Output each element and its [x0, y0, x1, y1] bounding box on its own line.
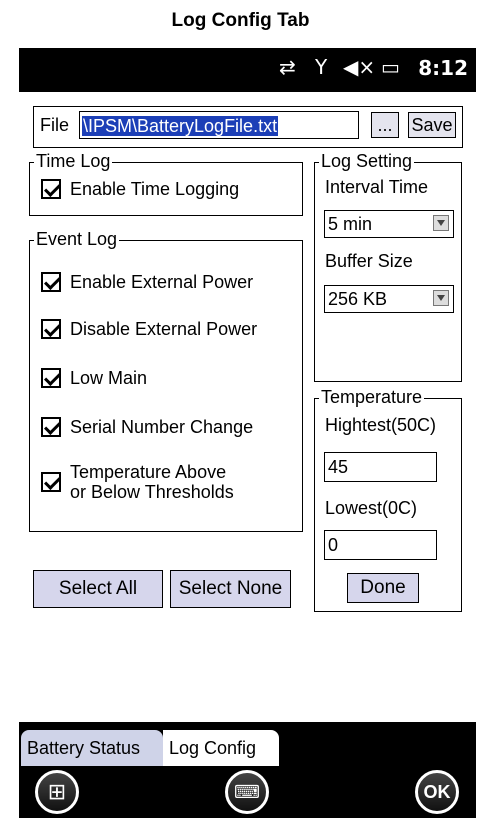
- buffer-size-label: Buffer Size: [325, 251, 413, 271]
- temperature-thresholds-label-line1: Temperature Above: [70, 462, 227, 482]
- dropdown-arrow-icon: [433, 290, 449, 306]
- soft-key-bar: ⊞ ⌨ OK: [19, 766, 476, 818]
- file-path-input[interactable]: \IPSM\BatteryLogFile.txt: [79, 111, 359, 139]
- event-item-serial-number-change[interactable]: Serial Number Change: [41, 417, 253, 437]
- windows-logo-icon: ⊞: [47, 779, 67, 804]
- lowest-temp-input[interactable]: 0: [324, 530, 437, 560]
- serial-number-change-checkbox[interactable]: [41, 417, 61, 437]
- browse-button[interactable]: ...: [371, 112, 399, 138]
- signal-antenna-icon: Y: [315, 55, 328, 79]
- file-path-text: \IPSM\BatteryLogFile.txt: [82, 116, 279, 136]
- figure-caption: Log Config Tab: [171, 10, 310, 31]
- keyboard-button[interactable]: ⌨: [225, 770, 269, 814]
- file-frame: File \IPSM\BatteryLogFile.txt ... Save: [33, 106, 463, 148]
- battery-charging-icon: ▭: [381, 55, 400, 79]
- dropdown-arrow-icon: [433, 215, 449, 231]
- speaker-muted-icon: ◀×: [343, 55, 376, 79]
- temperature-thresholds-checkbox[interactable]: [41, 472, 61, 492]
- time-log-group: Time Log Enable Time Logging: [29, 151, 303, 216]
- interval-time-value: 5 min: [328, 214, 373, 234]
- event-log-group: Event Log Enable External Power Disable …: [29, 229, 303, 532]
- done-button[interactable]: Done: [347, 573, 419, 603]
- select-none-button[interactable]: Select None: [170, 570, 291, 608]
- app-window: File \IPSM\BatteryLogFile.txt ... Save T…: [19, 92, 476, 766]
- temperature-thresholds-label-line2: or Below Thresholds: [70, 482, 234, 502]
- tab-log-config[interactable]: Log Config: [163, 730, 279, 766]
- device-screen: ⇄ Y ◀× ▭ 8:12 File \IPSM\BatteryLogFile.…: [19, 48, 476, 818]
- interval-time-label: Interval Time: [325, 177, 429, 197]
- event-item-disable-external-power[interactable]: Disable External Power: [41, 319, 257, 339]
- event-log-title: Event Log: [34, 229, 120, 250]
- save-button[interactable]: Save: [408, 112, 456, 138]
- highest-temp-input[interactable]: 45: [324, 452, 437, 482]
- log-setting-group: Log Setting Interval Time 5 min Buffer S…: [314, 151, 462, 382]
- temperature-thresholds-label: Temperature Above or Below Thresholds: [70, 462, 234, 502]
- buffer-size-value: 256 KB: [328, 289, 388, 309]
- enable-external-power-checkbox[interactable]: [41, 272, 61, 292]
- ok-button[interactable]: OK: [415, 770, 459, 814]
- buffer-size-select[interactable]: 256 KB: [324, 285, 454, 313]
- lowest-temp-label: Lowest(0C): [325, 498, 418, 518]
- enable-time-logging-row[interactable]: Enable Time Logging: [41, 179, 239, 199]
- enable-external-power-label: Enable External Power: [70, 272, 254, 292]
- file-label: File: [40, 115, 70, 135]
- temperature-group: Temperature Hightest(50C) 45 Lowest(0C) …: [314, 387, 462, 612]
- status-time: 8:12: [418, 56, 468, 80]
- time-log-title: Time Log: [34, 151, 113, 172]
- disable-external-power-label: Disable External Power: [70, 319, 258, 339]
- data-connection-icon: ⇄: [279, 55, 296, 79]
- low-main-label: Low Main: [70, 368, 148, 388]
- enable-time-logging-checkbox[interactable]: [41, 179, 61, 199]
- serial-number-change-label: Serial Number Change: [70, 417, 254, 437]
- windows-start-button[interactable]: ⊞: [35, 770, 79, 814]
- select-all-button[interactable]: Select All: [33, 570, 163, 608]
- event-item-temperature-thresholds[interactable]: Temperature Above or Below Thresholds: [41, 462, 234, 502]
- keyboard-icon: ⌨: [234, 782, 260, 802]
- low-main-checkbox[interactable]: [41, 368, 61, 388]
- interval-time-select[interactable]: 5 min: [324, 210, 454, 238]
- disable-external-power-checkbox[interactable]: [41, 319, 61, 339]
- log-setting-title: Log Setting: [319, 151, 415, 172]
- temperature-title: Temperature: [319, 387, 425, 408]
- event-item-low-main[interactable]: Low Main: [41, 368, 147, 388]
- tab-battery-status[interactable]: Battery Status: [21, 730, 163, 766]
- tab-bar: Battery Status Log Config: [19, 722, 476, 766]
- highest-temp-label: Hightest(50C): [325, 415, 437, 435]
- status-bar: ⇄ Y ◀× ▭ 8:12: [19, 48, 476, 92]
- enable-time-logging-label: Enable Time Logging: [70, 179, 240, 199]
- event-item-enable-external-power[interactable]: Enable External Power: [41, 272, 253, 292]
